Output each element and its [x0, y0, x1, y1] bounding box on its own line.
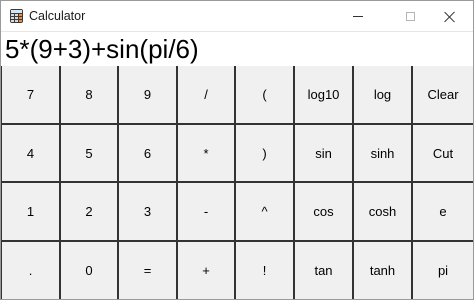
window-title: Calculator — [29, 9, 86, 23]
key-equals[interactable]: = — [119, 242, 178, 299]
key-3[interactable]: 3 — [119, 183, 178, 242]
key-tan[interactable]: tan — [295, 242, 354, 299]
key-cos[interactable]: cos — [295, 183, 354, 242]
key-multiply[interactable]: * — [178, 125, 236, 183]
keypad: 7 8 9 / ( log10 log Clear 4 5 6 * ) sin … — [1, 66, 473, 299]
key-2[interactable]: 2 — [61, 183, 119, 242]
key-sin[interactable]: sin — [295, 125, 354, 183]
key-power[interactable]: ^ — [236, 183, 295, 242]
key-sinh[interactable]: sinh — [354, 125, 413, 183]
key-log[interactable]: log — [354, 66, 413, 125]
key-factorial[interactable]: ! — [236, 242, 295, 299]
close-button[interactable] — [427, 1, 473, 32]
key-7[interactable]: 7 — [1, 66, 61, 125]
key-add[interactable]: + — [178, 242, 236, 299]
key-pi[interactable]: pi — [413, 242, 473, 299]
key-open-paren[interactable]: ( — [236, 66, 295, 125]
key-0[interactable]: 0 — [61, 242, 119, 299]
calculator-icon — [10, 9, 23, 23]
expression-display[interactable]: 5*(9+3)+sin(pi/6) — [1, 33, 473, 66]
key-4[interactable]: 4 — [1, 125, 61, 183]
key-cosh[interactable]: cosh — [354, 183, 413, 242]
key-close-paren[interactable]: ) — [236, 125, 295, 183]
title-bar[interactable]: Calculator — [1, 1, 473, 32]
key-clear[interactable]: Clear — [413, 66, 473, 125]
key-1[interactable]: 1 — [1, 183, 61, 242]
key-divide[interactable]: / — [178, 66, 236, 125]
key-decimal[interactable]: . — [1, 242, 61, 299]
minimize-icon — [353, 16, 363, 17]
key-log10[interactable]: log10 — [295, 66, 354, 125]
key-subtract[interactable]: - — [178, 183, 236, 242]
minimize-button[interactable] — [335, 1, 381, 32]
calculator-window: Calculator 5*(9+3)+sin(pi/6) 7 8 9 / ( l… — [0, 0, 474, 300]
key-e[interactable]: e — [413, 183, 473, 242]
key-tanh[interactable]: tanh — [354, 242, 413, 299]
key-9[interactable]: 9 — [119, 66, 178, 125]
maximize-icon — [405, 12, 415, 21]
key-8[interactable]: 8 — [61, 66, 119, 125]
key-5[interactable]: 5 — [61, 125, 119, 183]
key-6[interactable]: 6 — [119, 125, 178, 183]
close-icon — [444, 11, 456, 23]
key-cut[interactable]: Cut — [413, 125, 473, 183]
